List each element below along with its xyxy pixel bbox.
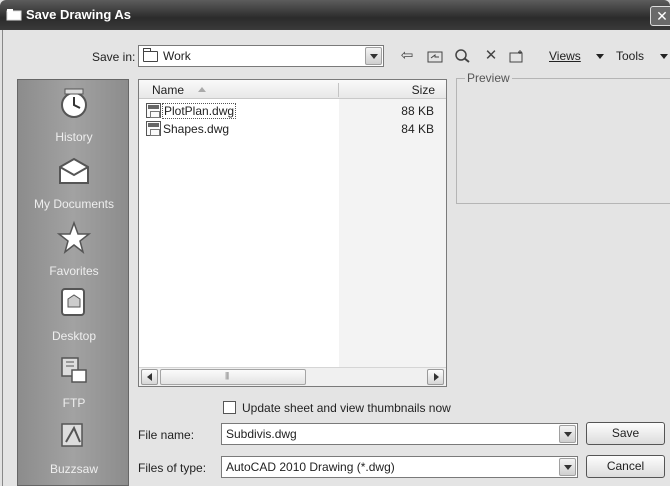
place-label: Buzzsaw <box>49 462 99 476</box>
size-column-shade <box>339 99 446 367</box>
back-icon[interactable]: ⇦ <box>396 45 418 67</box>
file-type-value: AutoCAD 2010 Drawing (*.dwg) <box>226 460 395 474</box>
dwg-file-icon <box>146 103 161 118</box>
place-desktop[interactable]: Desktop <box>18 285 130 343</box>
place-ftp[interactable]: FTP <box>18 352 130 410</box>
scroll-left-button[interactable] <box>141 369 158 385</box>
file-name-label: File name: <box>138 428 195 442</box>
preview-label: Preview <box>465 71 512 85</box>
ftp-icon <box>61 357 87 383</box>
save-drawing-dialog: Save Drawing As ✕ Save in: Work ⇦ ✕ View… <box>0 0 670 486</box>
place-label: History <box>55 130 93 144</box>
history-icon <box>61 88 87 118</box>
save-button[interactable]: Save <box>586 422 665 445</box>
update-thumbnails-checkbox[interactable] <box>223 401 236 414</box>
cancel-button[interactable]: Cancel <box>586 455 665 478</box>
file-row[interactable]: PlotPlan.dwg 88 KB <box>146 103 436 119</box>
column-header-name[interactable]: Name <box>152 83 184 97</box>
close-button[interactable]: ✕ <box>650 6 670 26</box>
desktop-icon <box>61 288 85 316</box>
file-size: 88 KB <box>401 104 434 118</box>
folder-icon <box>6 9 22 21</box>
chevron-down-icon[interactable] <box>559 425 576 443</box>
file-name: Shapes.dwg <box>163 122 230 136</box>
file-list[interactable]: Name Size PlotPlan.dwg 88 KB Shapes.dwg … <box>138 79 447 387</box>
up-folder-icon[interactable] <box>424 45 446 67</box>
column-divider[interactable] <box>338 83 339 97</box>
file-size: 84 KB <box>401 122 434 136</box>
tools-menu[interactable]: Tools <box>616 49 644 63</box>
tools-dropdown-arrow[interactable] <box>660 54 668 59</box>
place-buzzsaw[interactable]: Buzzsaw <box>18 418 130 476</box>
title-bar[interactable]: Save Drawing As ✕ <box>0 0 670 30</box>
save-in-value: Work <box>163 49 191 63</box>
window-title: Save Drawing As <box>26 7 132 22</box>
file-name-field[interactable]: Subdivis.dwg <box>221 423 578 445</box>
update-thumbnails-label[interactable]: Update sheet and view thumbnails now <box>242 401 451 415</box>
views-dropdown-arrow[interactable] <box>596 54 604 59</box>
place-label: Desktop <box>51 329 97 343</box>
new-folder-icon[interactable] <box>506 45 528 67</box>
chevron-down-icon[interactable] <box>365 47 382 65</box>
save-in-label: Save in: <box>92 50 136 64</box>
buzzsaw-icon <box>61 423 83 447</box>
file-type-label: Files of type: <box>138 461 207 475</box>
file-row[interactable]: Shapes.dwg 84 KB <box>146 121 436 137</box>
column-header-size[interactable]: Size <box>412 83 435 97</box>
place-label: Favorites <box>49 264 99 278</box>
favorites-icon <box>56 220 92 254</box>
scroll-thumb[interactable] <box>160 369 306 385</box>
dwg-file-icon <box>146 121 161 136</box>
views-label: Views <box>549 49 581 63</box>
views-menu[interactable]: Views <box>549 49 581 63</box>
sort-ascending-icon <box>198 87 206 92</box>
place-history[interactable]: History <box>18 86 130 144</box>
folder-icon <box>143 48 158 62</box>
places-bar: History My Documents Favorites Desktop F… <box>17 79 129 486</box>
chevron-down-icon[interactable] <box>559 458 576 476</box>
place-label: FTP <box>62 396 86 410</box>
horizontal-scrollbar[interactable] <box>139 367 446 386</box>
place-label: My Documents <box>33 197 115 211</box>
place-favorites[interactable]: Favorites <box>18 220 130 278</box>
column-header-row: Name Size <box>139 80 446 99</box>
search-web-icon[interactable] <box>452 45 474 67</box>
scroll-right-button[interactable] <box>427 369 444 385</box>
preview-pane <box>456 78 670 204</box>
place-my-documents[interactable]: My Documents <box>18 153 130 211</box>
file-type-dropdown[interactable]: AutoCAD 2010 Drawing (*.dwg) <box>221 456 578 478</box>
delete-icon[interactable]: ✕ <box>480 45 502 67</box>
save-in-dropdown[interactable]: Work <box>138 45 384 67</box>
file-name-value: Subdivis.dwg <box>226 427 297 441</box>
file-name: PlotPlan.dwg <box>161 103 237 119</box>
documents-icon <box>59 157 89 184</box>
